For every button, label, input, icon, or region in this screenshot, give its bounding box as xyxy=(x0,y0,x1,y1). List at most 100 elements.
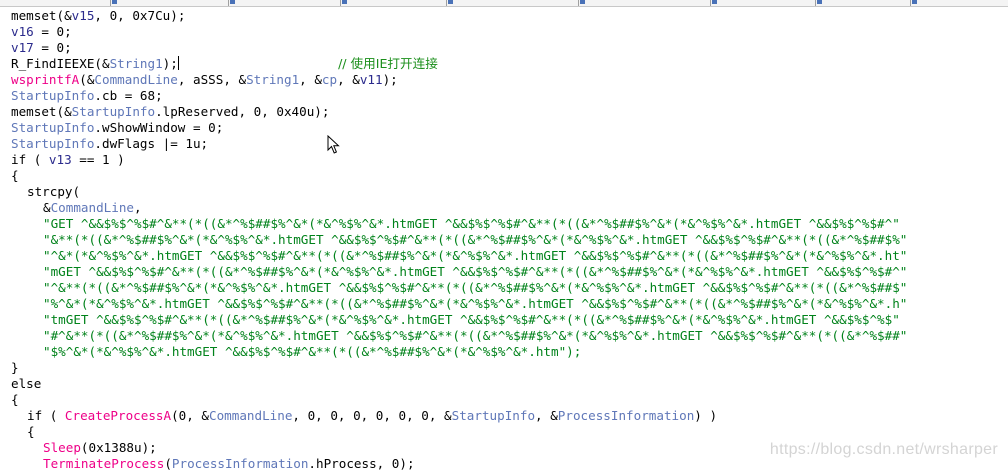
global-identifier[interactable]: StartupInfo xyxy=(11,88,94,103)
code-line[interactable]: &CommandLine, xyxy=(11,200,1008,216)
code-line[interactable]: "#^&**(*((&*^%$##$%^&*(*&^%$%^&*.htmGET … xyxy=(11,328,1008,344)
code-line[interactable]: "tmGET ^&&$%$^%$#^&**(*((&*^%$##$%^&*(*&… xyxy=(11,312,1008,328)
code-text: .dwFlags |= 1u; xyxy=(94,136,209,151)
global-identifier[interactable]: StartupInfo xyxy=(72,104,155,119)
code-text: , & xyxy=(535,408,558,423)
code-line[interactable]: "&**(*((&*^%$##$%^&*(*&^%$%^&*.htmGET ^&… xyxy=(11,232,1008,248)
code-text: if ( xyxy=(27,408,65,423)
code-line[interactable]: memset(&StartupInfo.lpReserved, 0, 0x40u… xyxy=(11,104,1008,120)
global-identifier[interactable]: cp xyxy=(322,72,337,87)
global-identifier[interactable]: ProcessInformation xyxy=(172,456,308,471)
string-literal: "^&**(*((&*^%$##$%^&*(*&^%$%^&*.htmGET ^… xyxy=(43,280,908,295)
code-line[interactable]: } xyxy=(11,360,1008,376)
code-text: if ( xyxy=(11,152,49,167)
code-text: , aSSS, & xyxy=(177,72,247,87)
code-text: (0, & xyxy=(171,408,209,423)
code-text: memset(& xyxy=(11,104,72,119)
code-line[interactable]: "^&**(*((&*^%$##$%^&*(*&^%$%^&*.htmGET ^… xyxy=(11,280,1008,296)
code-text: R_FindIEEXE(& xyxy=(11,56,110,71)
function-name[interactable]: TerminateProcess xyxy=(43,456,164,471)
code-line[interactable]: v17 = 0; xyxy=(11,40,1008,56)
global-identifier[interactable]: CommandLine xyxy=(94,72,177,87)
global-identifier[interactable]: ProcessInformation xyxy=(558,408,694,423)
code-line[interactable]: else xyxy=(11,376,1008,392)
global-identifier[interactable]: CommandLine xyxy=(51,200,134,215)
code-line[interactable]: { xyxy=(11,392,1008,408)
global-identifier[interactable]: String1 xyxy=(110,56,163,71)
code-line[interactable]: "mGET ^&&$%$^%$#^&**(*((&*^%$##$%^&*(*&^… xyxy=(11,264,1008,280)
global-identifier[interactable]: StartupInfo xyxy=(452,408,535,423)
global-identifier[interactable]: CommandLine xyxy=(209,408,292,423)
code-text: = 0; xyxy=(33,24,72,39)
code-text: (& xyxy=(79,72,95,87)
code-text: = 0; xyxy=(33,40,72,55)
string-literal: "GET ^&&$%$^%$#^&**(*((&*^%$##$%^&*(*&^%… xyxy=(43,216,900,231)
code-text: .wShowWindow = 0; xyxy=(94,120,224,135)
code-line[interactable]: StartupInfo.wShowWindow = 0; xyxy=(11,120,1008,136)
code-text: .cb = 68; xyxy=(94,88,163,103)
string-literal: "#^&**(*((&*^%$##$%^&*(*&^%$%^&*.htmGET … xyxy=(43,328,908,343)
code-text: else xyxy=(11,376,42,391)
code-text: ); xyxy=(162,56,178,71)
function-name[interactable]: Sleep xyxy=(43,440,81,455)
local-variable[interactable]: v11 xyxy=(360,72,383,87)
tab-marker[interactable] xyxy=(340,0,351,6)
tab-marker[interactable] xyxy=(815,0,826,6)
tab-marker[interactable] xyxy=(710,0,721,6)
code-line[interactable]: StartupInfo.cb = 68; xyxy=(11,88,1008,104)
code-line[interactable]: "^&*(*&^%$%^&*.htmGET ^&&$%$^%$#^&**(*((… xyxy=(11,248,1008,264)
local-variable[interactable]: v13 xyxy=(49,152,72,167)
global-identifier[interactable]: String1 xyxy=(246,72,299,87)
code-line[interactable]: "GET ^&&$%$^%$#^&**(*((&*^%$##$%^&*(*&^%… xyxy=(11,216,1008,232)
string-literal: "tmGET ^&&$%$^%$#^&**(*((&*^%$##$%^&*(*&… xyxy=(43,312,900,327)
watermark-text: https://blog.csdn.net/wrsharper xyxy=(769,441,998,458)
code-line[interactable]: "$%^&*(*&^%$%^&*.htmGET ^&&$%$^%$#^&**(*… xyxy=(11,344,1008,360)
code-text: memset(& xyxy=(11,8,72,23)
code-text: (0x1388u); xyxy=(80,440,157,455)
code-text: , xyxy=(134,200,142,215)
code-text: , & xyxy=(299,72,322,87)
code-text: } xyxy=(11,360,19,375)
code-text: .hProcess, 0); xyxy=(308,456,415,471)
code-text: .lpReserved, 0, 0x40u); xyxy=(155,104,330,119)
global-identifier[interactable]: StartupInfo xyxy=(11,120,94,135)
code-line[interactable]: { xyxy=(11,424,1008,440)
function-name[interactable]: CreateProcessA xyxy=(65,408,171,423)
tab-marker[interactable] xyxy=(446,0,457,6)
pseudocode-view[interactable]: memset(&v15, 0, 0x7Cu); v16 = 0; v17 = 0; R… xyxy=(11,8,1008,472)
code-line[interactable]: R_FindIEEXE(&String1); // 使用IE打开连接 xyxy=(11,56,1008,72)
code-text: , 0, 0, 0, 0, 0, 0, & xyxy=(292,408,452,423)
tab-marker[interactable] xyxy=(910,0,921,6)
code-line[interactable]: if ( v13 == 1 ) xyxy=(11,152,1008,168)
code-line[interactable]: if ( CreateProcessA(0, &CommandLine, 0, … xyxy=(11,408,1008,424)
tab-marker[interactable] xyxy=(228,0,239,6)
string-literal: "mGET ^&&$%$^%$#^&**(*((&*^%$##$%^&*(*&^… xyxy=(43,264,908,279)
tab-marker[interactable] xyxy=(110,0,121,6)
string-literal: "$%^&*(*&^%$%^&*.htmGET ^&&$%$^%$#^&**(*… xyxy=(43,344,582,359)
code-line[interactable]: memset(&v15, 0, 0x7Cu); xyxy=(11,8,1008,24)
code-line[interactable]: wsprintfA(&CommandLine, aSSS, &String1, … xyxy=(11,72,1008,88)
code-text: , & xyxy=(337,72,360,87)
code-text: == 1 ) xyxy=(71,152,125,167)
string-literal: "&**(*((&*^%$##$%^&*(*&^%$%^&*.htmGET ^&… xyxy=(43,232,908,247)
local-variable[interactable]: v16 xyxy=(11,24,34,39)
local-variable[interactable]: v17 xyxy=(11,40,34,55)
local-variable[interactable]: v15 xyxy=(72,8,95,23)
code-line[interactable]: StartupInfo.dwFlags |= 1u; xyxy=(11,136,1008,152)
code-text: { xyxy=(11,168,19,183)
code-text: ( xyxy=(164,456,172,471)
string-literal: "^&*(*&^%$%^&*.htmGET ^&&$%$^%$#^&**(*((… xyxy=(43,248,908,263)
code-line[interactable]: { xyxy=(11,168,1008,184)
code-text: { xyxy=(27,424,35,439)
code-line[interactable]: "%^&*(*&^%$%^&*.htmGET ^&&$%$^%$#^&**(*(… xyxy=(11,296,1008,312)
global-identifier[interactable]: StartupInfo xyxy=(11,136,94,151)
code-text: & xyxy=(43,200,51,215)
code-line[interactable]: v16 = 0; xyxy=(11,24,1008,40)
function-name[interactable]: wsprintfA xyxy=(11,72,79,87)
code-text: strcpy( xyxy=(27,184,81,199)
tab-strip xyxy=(0,0,1008,7)
string-literal: "%^&*(*&^%$%^&*.htmGET ^&&$%$^%$#^&**(*(… xyxy=(43,296,908,311)
tab-marker[interactable] xyxy=(578,0,589,6)
code-line[interactable]: strcpy( xyxy=(11,184,1008,200)
